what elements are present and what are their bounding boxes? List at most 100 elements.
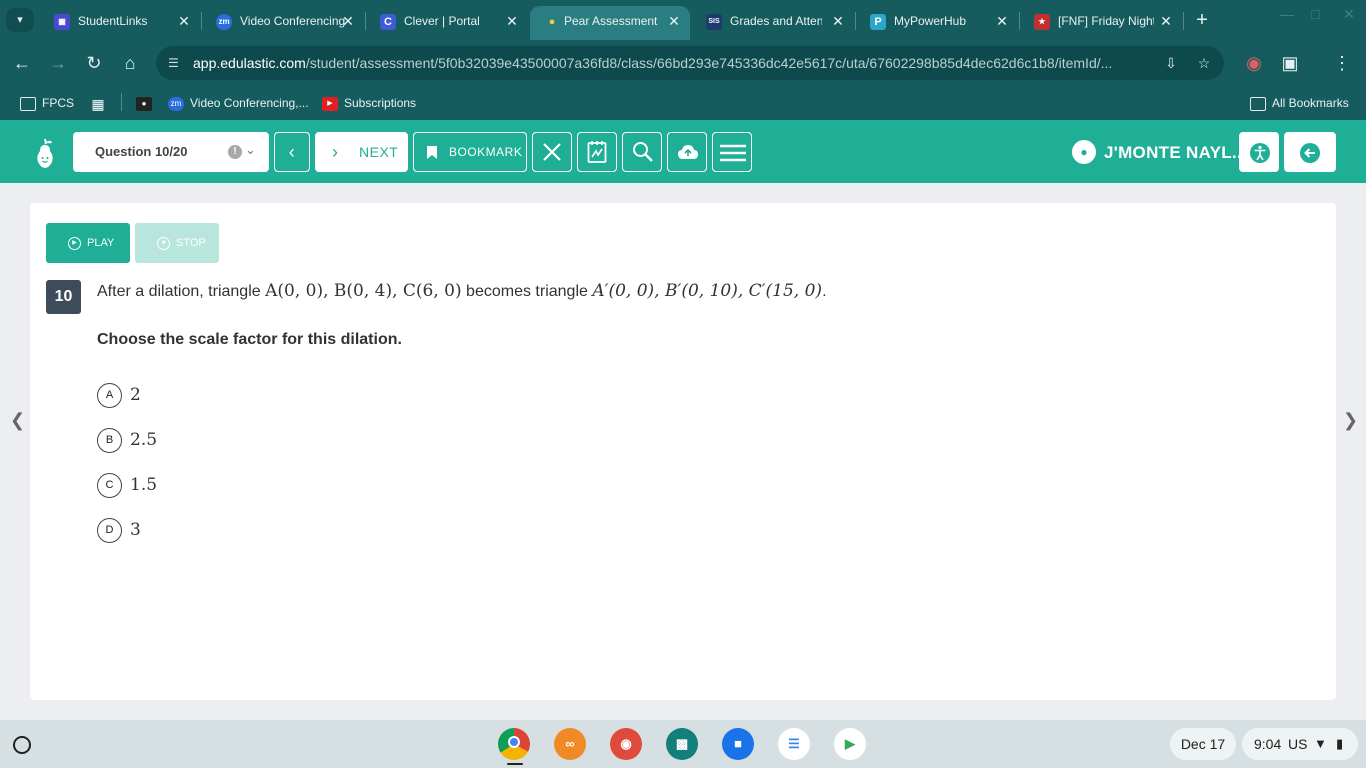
docs-app-icon[interactable]: ☰ (778, 728, 810, 760)
close-tab-icon[interactable]: ✕ (502, 11, 522, 31)
save-button[interactable] (667, 132, 707, 172)
home-icon[interactable]: ⌂ (118, 51, 142, 75)
next-side-arrow-icon[interactable]: ❯ (1343, 410, 1358, 431)
fnf-favicon-icon: ★ (1034, 14, 1050, 30)
tab-title: Pear Assessment (564, 14, 658, 28)
tab-title: Grades and Attendance (730, 14, 822, 28)
bookmark-apps[interactable]: ▦ (90, 93, 112, 113)
previous-side-arrow-icon[interactable]: ❮ (10, 410, 25, 431)
battery-icon: ▮ (1336, 736, 1344, 751)
browser-menu-icon[interactable]: ⋮ (1330, 51, 1354, 75)
folder-icon (1250, 96, 1266, 111)
tab-pear-assessment[interactable]: ● Pear Assessment ✕ (530, 6, 690, 40)
exit-button[interactable] (1284, 132, 1336, 172)
bookmark-profile[interactable]: ● (136, 93, 158, 113)
install-app-icon[interactable]: ⇩ (1161, 54, 1181, 72)
status-tray[interactable]: 9:04 US ▼ ▮ (1242, 728, 1358, 760)
close-tab-icon[interactable]: ✕ (338, 11, 358, 31)
bookmarks-bar: FPCS ▦ ● zm Video Conferencing,... ▶ Subsc… (0, 86, 1366, 120)
date-tray[interactable]: Dec 17 (1170, 728, 1236, 760)
tab-fnf[interactable]: ★ [FNF] Friday Night Funkin ✕ (1020, 6, 1182, 40)
address-bar[interactable]: ☰ app.edulastic.com/student/assessment/5… (156, 46, 1224, 80)
tab-grades-attendance[interactable]: SIS Grades and Attendance ✕ (692, 6, 854, 40)
option-value[interactable]: 2 (130, 385, 141, 405)
menu-button[interactable] (712, 132, 752, 172)
forward-arrow-icon[interactable]: → (46, 51, 70, 75)
infinity-app-icon[interactable]: ∞ (554, 728, 586, 760)
option-value[interactable]: 3 (130, 520, 141, 540)
bookmark-button[interactable]: BOOKMARK (413, 132, 527, 172)
question-number-badge: 10 (46, 280, 81, 314)
launcher-icon[interactable] (13, 736, 31, 754)
locale-text: US (1288, 736, 1308, 752)
stop-button[interactable]: ■ STOP (135, 223, 219, 263)
url-text[interactable]: app.edulastic.com/student/assessment/5f0… (193, 55, 1151, 71)
clever-favicon-icon: C (380, 14, 396, 30)
new-tab-plus-icon[interactable]: + (1190, 8, 1214, 32)
bookmark-label: FPCS (42, 96, 75, 110)
accessibility-icon (1250, 143, 1270, 163)
canvas-palette-app-icon[interactable]: ◉ (610, 728, 642, 760)
profile-icon: ● (136, 96, 152, 111)
hamburger-menu-icon (720, 144, 746, 162)
option-letter[interactable]: D (97, 518, 122, 543)
back-arrow-icon[interactable]: ← (10, 51, 34, 75)
next-button[interactable]: › NEXT (315, 132, 408, 172)
files-app-icon[interactable]: ■ (722, 728, 754, 760)
reload-icon[interactable]: ↻ (82, 51, 106, 75)
option-letter[interactable]: B (97, 428, 122, 453)
maximize-icon[interactable]: □ (1311, 6, 1319, 22)
classroom-app-icon[interactable]: ▩ (666, 728, 698, 760)
previous-button[interactable]: ‹ (274, 132, 310, 172)
powerhub-favicon-icon: P (870, 14, 886, 30)
calculator-icon (587, 141, 607, 163)
bookmark-video-conferencing[interactable]: zm Video Conferencing,... (168, 93, 309, 113)
option-letter[interactable]: A (97, 383, 122, 408)
bookmark-fpcs[interactable]: FPCS (20, 93, 74, 113)
play-label: PLAY (87, 237, 115, 249)
stem-text: . (822, 283, 827, 300)
pear-favicon-icon: ● (548, 16, 556, 28)
option-value[interactable]: 1.5 (130, 475, 157, 495)
time-text: 9:04 (1254, 736, 1282, 752)
play-store-app-icon[interactable]: ▶ (834, 728, 866, 760)
bookmark-label: BOOKMARK (449, 145, 523, 159)
option-letter[interactable]: C (97, 473, 122, 498)
bookmark-star-icon[interactable]: ☆ (1194, 54, 1214, 72)
close-tab-icon[interactable]: ✕ (1156, 11, 1176, 31)
tab-search-button[interactable]: ▾ (6, 8, 34, 32)
stem-text: After a dilation, triangle (97, 283, 266, 300)
option-value[interactable]: 2.5 (130, 430, 157, 450)
tab-clever-portal[interactable]: C Clever | Portal ✕ (366, 6, 528, 40)
wifi-icon: ▼ (1314, 736, 1327, 751)
play-button[interactable]: ▶ PLAY (46, 223, 130, 263)
extensions-puzzle-icon[interactable]: ▣ (1278, 51, 1302, 75)
accessibility-button[interactable] (1239, 132, 1279, 172)
eliminator-button[interactable] (532, 132, 572, 172)
tab-title: MyPowerHub (894, 14, 967, 28)
bookmark-subscriptions[interactable]: ▶ Subscriptions (322, 93, 416, 113)
question-card (30, 203, 1336, 700)
tab-video-conferencing[interactable]: zm Video Conferencing ✕ (202, 6, 364, 40)
zoom-magnifier-button[interactable] (622, 132, 662, 172)
close-tab-icon[interactable]: ✕ (992, 11, 1012, 31)
exit-arrow-icon (1300, 143, 1320, 163)
question-selector[interactable]: Question 10/20 ! ⌄ (73, 132, 269, 172)
stem-text: becomes triangle (461, 283, 593, 300)
close-tab-icon[interactable]: ✕ (174, 11, 194, 31)
scratchpad-button[interactable] (577, 132, 617, 172)
site-info-icon[interactable]: ☰ (168, 56, 182, 70)
browser-toolbar: ← → ↻ ⌂ ☰ app.edulastic.com/student/asse… (0, 40, 1366, 86)
extension-icon[interactable]: ◉ (1242, 51, 1266, 75)
close-tab-icon[interactable]: ✕ (828, 11, 848, 31)
minimize-icon[interactable]: — (1280, 6, 1294, 22)
tab-studentlinks[interactable]: ▦ StudentLinks ✕ (40, 6, 200, 40)
close-window-icon[interactable]: ✕ (1343, 6, 1355, 23)
close-tab-icon[interactable]: ✕ (664, 11, 684, 31)
cloud-upload-icon (678, 145, 698, 159)
chrome-app-icon[interactable] (498, 728, 530, 760)
all-bookmarks[interactable]: All Bookmarks (1250, 93, 1349, 113)
tab-mypowerhub[interactable]: P MyPowerHub ✕ (856, 6, 1018, 40)
question-prompt: Choose the scale factor for this dilatio… (97, 331, 402, 348)
play-icon: ▶ (68, 237, 81, 250)
